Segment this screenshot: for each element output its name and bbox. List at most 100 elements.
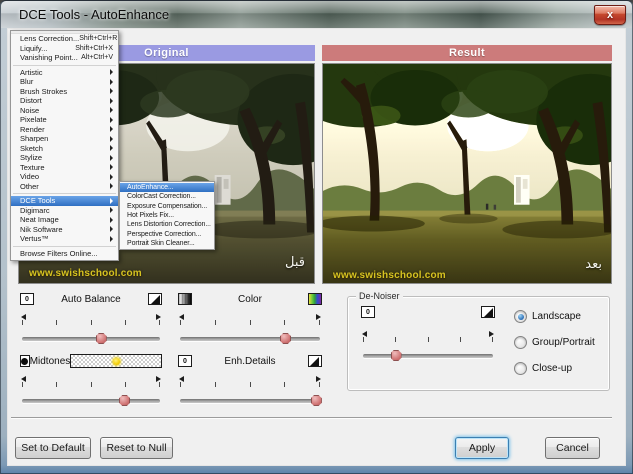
color-spectrum-icon[interactable]: [308, 293, 322, 305]
slider-thumb[interactable]: [95, 333, 107, 344]
auto-balance-label: Auto Balance: [61, 293, 121, 305]
menu-item-brush-strokes[interactable]: Brush Strokes: [11, 87, 118, 97]
close-button[interactable]: x: [594, 5, 626, 25]
menu-item-sketch[interactable]: Sketch: [11, 144, 118, 154]
contrast-icon[interactable]: [307, 355, 322, 367]
result-photo: [323, 64, 611, 283]
radio-label: Group/Portrait: [532, 337, 595, 348]
menu-item-browse-filters-online[interactable]: Browse Filters Online...: [11, 249, 118, 259]
set-to-default-button[interactable]: Set to Default: [15, 437, 91, 459]
menu-item-distort[interactable]: Distort: [11, 96, 118, 106]
color-slider[interactable]: [180, 332, 320, 345]
watermark: www.swishschool.com: [333, 270, 446, 281]
submenu-item-perspective-correction[interactable]: Perspective Correction...: [120, 229, 214, 238]
slider-thumb[interactable]: [119, 395, 131, 406]
menu-item-stylize[interactable]: Stylize: [11, 153, 118, 163]
zero-icon[interactable]: 0: [178, 355, 192, 367]
title-bar[interactable]: DCE Tools - AutoEnhance x: [1, 1, 632, 28]
menu-item-texture[interactable]: Texture: [11, 163, 118, 173]
slider-thumb[interactable]: [390, 350, 402, 361]
radio-button[interactable]: [514, 336, 527, 349]
midtones-group: Midtones: [20, 354, 162, 412]
menu-item-vanishing-point[interactable]: Vanishing Point... Alt+Ctrl+V: [11, 53, 118, 63]
radio-button[interactable]: [514, 310, 527, 323]
shortcut: Alt+Ctrl+V: [81, 54, 113, 62]
color-group: Color: [178, 292, 322, 350]
menu-item-liquify[interactable]: Liquify... Shift+Ctrl+X: [11, 44, 118, 54]
submenu-arrow-icon: [110, 145, 113, 152]
grayscale-gradient-icon[interactable]: [178, 293, 192, 305]
menu-item-neat-image[interactable]: Neat Image: [11, 215, 118, 225]
enh-details-group: 0 Enh.Details: [178, 354, 322, 412]
result-pane-header: Result: [322, 45, 612, 61]
sun-icon[interactable]: [70, 354, 162, 368]
cancel-button[interactable]: Cancel: [545, 437, 600, 459]
slider-ticks: [179, 376, 321, 387]
menu-item-lens-correction[interactable]: Lens Correction... Shift+Ctrl+R: [11, 34, 118, 44]
color-label: Color: [238, 293, 262, 305]
enh-details-slider[interactable]: [180, 394, 322, 407]
submenu-item-colorcast-correction[interactable]: ColorCast Correction...: [120, 192, 214, 201]
park-photo: [323, 64, 611, 283]
menu-item-artistic[interactable]: Artistic: [11, 68, 118, 78]
slider-thumb[interactable]: [310, 395, 322, 406]
auto-balance-slider[interactable]: [22, 332, 160, 345]
submenu-arrow-icon: [110, 226, 113, 233]
menu-item-digimarc[interactable]: Digimarc: [11, 206, 118, 216]
submenu-arrow-icon: [110, 207, 113, 214]
contrast-icon[interactable]: [148, 293, 162, 305]
submenu-item-exposure-compensation[interactable]: Exposure Compensation...: [120, 202, 214, 211]
submenu-arrow-icon: [110, 135, 113, 142]
denoiser-slider[interactable]: [363, 349, 493, 362]
menu-item-render[interactable]: Render: [11, 125, 118, 135]
denoiser-slider-header: 0: [361, 305, 495, 319]
slider-rail: [363, 354, 493, 358]
apply-button[interactable]: Apply: [455, 437, 509, 459]
shortcut: Shift+Ctrl+X: [75, 44, 113, 52]
slider-thumb[interactable]: [280, 333, 291, 344]
dark-circle-icon[interactable]: [20, 355, 30, 367]
menu-item-vertus[interactable]: Vertus™: [11, 234, 118, 244]
enh-details-label: Enh.Details: [224, 355, 276, 367]
menu-item-blur[interactable]: Blur: [11, 77, 118, 87]
submenu-arrow-icon: [110, 173, 113, 180]
denoiser-title: De-Noiser: [356, 291, 403, 301]
menu-item-pixelate[interactable]: Pixelate: [11, 115, 118, 125]
reset-to-null-button[interactable]: Reset to Null: [100, 437, 173, 459]
contrast-icon[interactable]: [481, 306, 495, 318]
submenu-arrow-icon: [110, 107, 113, 114]
before-label: قبل: [285, 255, 305, 270]
close-icon: x: [606, 8, 614, 21]
denoiser-slider-group: 0: [361, 305, 495, 365]
menu-item-nik-software[interactable]: Nik Software: [11, 225, 118, 235]
radio-label: Close-up: [532, 363, 573, 374]
zero-icon[interactable]: 0: [20, 293, 34, 305]
result-preview[interactable]: www.swishschool.com بعد: [322, 63, 612, 284]
midtones-slider[interactable]: [22, 394, 160, 407]
menu-item-other[interactable]: Other: [11, 182, 118, 192]
submenu-arrow-icon: [110, 183, 113, 190]
slider-ticks: [21, 376, 161, 387]
submenu-item-hot-pixels-fix[interactable]: Hot Pixels Fix...: [120, 211, 214, 220]
submenu-arrow-icon: [110, 235, 113, 242]
result-header-label: Result: [448, 47, 486, 59]
midtones-label: Midtones: [29, 355, 71, 367]
submenu-arrow-icon: [110, 164, 113, 171]
menu-item-video[interactable]: Video: [11, 172, 118, 182]
filter-menu: Lens Correction... Shift+Ctrl+R Liquify.…: [10, 30, 119, 261]
submenu-item-autoenhance[interactable]: AutoEnhance...: [120, 183, 214, 193]
radio-button[interactable]: [514, 362, 527, 375]
midtones-header: Midtones: [20, 354, 162, 368]
zero-icon[interactable]: 0: [361, 306, 375, 318]
radio-group-portrait[interactable]: Group/Portrait: [514, 336, 595, 349]
menu-item-sharpen[interactable]: Sharpen: [11, 134, 118, 144]
auto-balance-group: 0 Auto Balance: [20, 292, 162, 350]
menu-item-dce-tools[interactable]: DCE Tools: [11, 196, 118, 206]
menu-item-noise[interactable]: Noise: [11, 106, 118, 116]
original-header-label: Original: [144, 47, 189, 59]
submenu-item-lens-distortion-correction[interactable]: Lens Distortion Correction...: [120, 220, 214, 229]
menu-separator: [13, 64, 116, 66]
submenu-item-portrait-skin-cleaner[interactable]: Portrait Skin Cleaner...: [120, 239, 214, 248]
radio-close-up[interactable]: Close-up: [514, 362, 572, 375]
radio-landscape[interactable]: Landscape: [514, 310, 581, 323]
